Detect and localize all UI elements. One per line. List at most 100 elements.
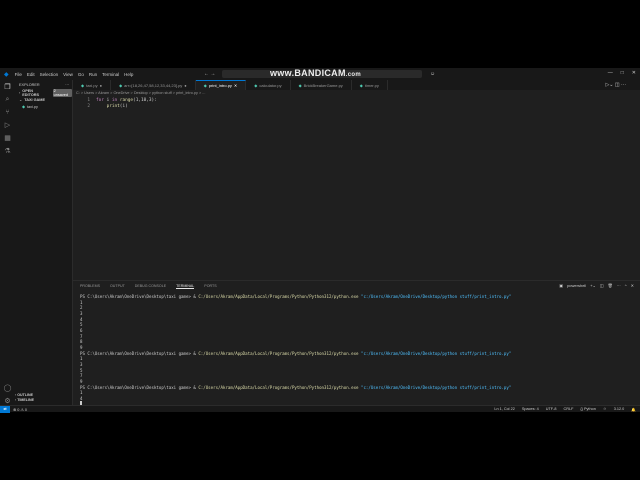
file-taxi-py[interactable]: ◆ taxi.py	[15, 103, 72, 110]
panel-tab-problems[interactable]: PROBLEMS	[80, 284, 100, 289]
problems-count[interactable]: ⊗ 0 ⚠ 0	[13, 407, 27, 412]
sidebar-bottom: › OUTLINE › TIMELINE	[15, 393, 73, 402]
menu-view[interactable]: View	[63, 72, 73, 77]
folder-label: TAXI GAME	[24, 97, 45, 102]
vscode-logo-icon: ◆	[4, 71, 9, 78]
tab-brickbreakergame-py[interactable]: ◆ BrickBreakerGame.py	[291, 80, 352, 90]
terminal-command: PS C:\Users\Akram\OneDrive\Desktop\taxi …	[80, 384, 512, 390]
new-terminal-icon[interactable]: +⌄	[590, 283, 596, 288]
run-python-icon[interactable]: ▷⌄ ◫ ···	[605, 82, 626, 88]
menu-terminal[interactable]: Terminal	[102, 72, 119, 77]
tab-label: BrickBreakerGame.py	[303, 82, 343, 88]
indentation[interactable]: Spaces: 4	[522, 407, 539, 412]
unsaved-badge: 2 unsaved	[52, 88, 72, 97]
encoding[interactable]: UTF-8	[546, 407, 557, 412]
menu-file[interactable]: File	[15, 72, 22, 77]
code-editor[interactable]: 1 for i in range(1,10,3): 2 print(i)	[76, 98, 157, 110]
remote-icon[interactable]: ⇄	[0, 405, 10, 413]
source-control-icon[interactable]: ⑂	[5, 109, 9, 116]
terminal-output[interactable]: PS C:\Users\Akram\OneDrive\Desktop\taxi …	[80, 294, 511, 408]
split-icon[interactable]: ◫	[600, 283, 604, 288]
activity-bar: ❐ ⌕ ⑂ ▷ ▦ ⚗ ◯ ⚙	[0, 80, 15, 405]
terminal-run-output: 1 4	[80, 390, 83, 401]
language-mode[interactable]: {} Python	[580, 407, 595, 412]
tab-label: calculator.py	[259, 82, 282, 88]
panel-tab-output[interactable]: OUTPUT	[110, 284, 125, 289]
status-bar: ⇄ ⊗ 0 ⚠ 0 Ln 1, Col 22 Spaces: 4 UTF-8 C…	[0, 405, 640, 413]
menu-run[interactable]: Run	[89, 72, 97, 77]
menu-edit[interactable]: Edit	[27, 72, 35, 77]
editor-tabs: ◆ taxi.py ● ◆ arr=[18,26,47,58,12,33,44,23]…	[73, 80, 640, 90]
menu-help[interactable]: Help	[124, 72, 133, 77]
timeline-section[interactable]: › TIMELINE	[15, 398, 73, 402]
extensions-icon[interactable]: ▦	[4, 134, 11, 142]
panel-tabs: PROBLEMS OUTPUT DEBUG CONSOLE TERMINAL PORTS	[73, 281, 640, 289]
copilot-icon[interactable]: ☺	[430, 71, 435, 77]
window-controls: — □ ✕	[608, 70, 636, 76]
minimize-button[interactable]: —	[608, 70, 613, 76]
tab-label: print_intro.py	[208, 83, 232, 88]
outline-section[interactable]: › OUTLINE	[15, 393, 73, 397]
close-panel-icon[interactable]: ✕	[631, 283, 634, 288]
search-icon[interactable]: ⌕	[6, 96, 10, 104]
bell-icon[interactable]: 🔔	[631, 407, 636, 412]
tab-timer-py[interactable]: ◆ timer.py	[352, 80, 388, 90]
maximize-icon[interactable]: ^	[625, 283, 627, 288]
explorer-sidebar: EXPLORER ··· › OPEN EDITORS 2 unsaved ⌄ TAXI…	[15, 80, 73, 405]
python-file-icon: ◆	[254, 82, 258, 88]
menu-bar: File Edit Selection View Go Run Terminal Help	[15, 72, 139, 77]
terminal-command: PS C:\Users\Akram\OneDrive\Desktop\taxi …	[80, 294, 512, 299]
terminal-icon: ▣	[559, 283, 564, 288]
open-editors-section[interactable]: › OPEN EDITORS 2 unsaved	[15, 88, 72, 97]
python-file-icon: ◆	[81, 82, 85, 88]
panel-tab-ports[interactable]: PORTS	[204, 284, 216, 289]
testing-icon[interactable]: ⚗	[4, 147, 10, 155]
python-file-icon: ◆	[359, 82, 363, 88]
terminal-panel: PROBLEMS OUTPUT DEBUG CONSOLE TERMINAL PORTS…	[73, 280, 640, 408]
run-debug-icon[interactable]: ▷	[5, 121, 10, 129]
vscode-window: ◆ File Edit Selection View Go Run Terminal Help…	[0, 68, 640, 413]
close-button[interactable]: ✕	[632, 70, 636, 76]
terminal-run-output: 1 2 3 4 5 6 7 8 9	[80, 299, 83, 350]
modified-dot-icon[interactable]: ●	[100, 83, 102, 88]
explorer-title: EXPLORER	[19, 82, 40, 87]
python-version[interactable]: 3.12.0	[614, 407, 625, 412]
more-icon[interactable]: ···	[617, 283, 621, 288]
maximize-button[interactable]: □	[621, 70, 624, 76]
open-editors-label: OPEN EDITORS	[22, 88, 40, 97]
modified-dot-icon[interactable]: ●	[184, 83, 186, 88]
tab-arr-18-26-47-58-12-33-44-23-py[interactable]: ◆ arr=[18,26,47,58,12,33,44,23].py ●	[111, 80, 196, 90]
copilot-status-icon[interactable]: ☺	[603, 407, 607, 412]
breadcrumb[interactable]: C: > Users > Akram > OneDrive > Desktop …	[76, 91, 205, 95]
python-file-icon: ◆	[119, 82, 123, 88]
terminal-actions: ▣ powershell +⌄ ◫ 🗑 ··· ^ ✕	[559, 283, 634, 288]
python-file-icon: ◆	[298, 82, 302, 88]
menu-go[interactable]: Go	[78, 72, 84, 77]
file-label: taxi.py	[26, 104, 38, 109]
close-tab-icon[interactable]: ✕	[234, 83, 237, 88]
nav-arrows[interactable]: ← →	[204, 71, 215, 77]
explorer-icon[interactable]: ❐	[4, 83, 10, 91]
tab-label: arr=[18,26,47,58,12,33,44,23].py	[124, 82, 183, 88]
menu-selection[interactable]: Selection	[40, 72, 59, 77]
panel-tab-terminal[interactable]: TERMINAL	[176, 284, 195, 289]
trash-icon[interactable]: 🗑	[608, 283, 613, 288]
tab-label: taxi.py	[86, 82, 98, 88]
code-line: 2 print(i)	[87, 104, 128, 109]
account-icon[interactable]: ◯	[4, 384, 12, 392]
bandicam-watermark: www.BANDICAM.com	[270, 68, 361, 78]
line-ending[interactable]: CRLF	[563, 407, 573, 412]
python-file-icon: ◆	[203, 83, 207, 88]
tab-print-intro-py[interactable]: ◆ print_intro.py ✕	[195, 80, 247, 90]
cursor-position[interactable]: Ln 1, Col 22	[494, 407, 514, 412]
panel-tab-debug-console[interactable]: DEBUG CONSOLE	[135, 284, 166, 289]
tab-calculator-py[interactable]: ◆ calculator.py	[246, 80, 291, 90]
terminal-command: PS C:\Users\Akram\OneDrive\Desktop\taxi …	[80, 350, 512, 356]
terminal-name[interactable]: powershell	[567, 283, 586, 288]
folder-taxi-game[interactable]: ⌄ TAXI GAME	[15, 96, 72, 103]
tab-label: timer.py	[364, 82, 379, 88]
gear-icon[interactable]: ⚙	[4, 397, 10, 405]
tab-taxi-py[interactable]: ◆ taxi.py ●	[73, 80, 112, 90]
terminal-run-output: 1 3 5 7 9	[80, 356, 83, 384]
title-bar: ◆ File Edit Selection View Go Run Terminal Help…	[0, 68, 640, 80]
